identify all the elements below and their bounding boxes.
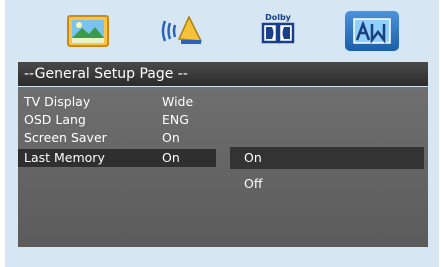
general-setup-icon — [67, 15, 109, 47]
dolby-setup-icon: Dolby — [261, 13, 295, 44]
menu-item-label: OSD Lang — [24, 112, 86, 127]
page-title: --General Setup Page -- — [18, 62, 428, 86]
dvd-setup-osd: Dolby --General Setup Page -- TV Display… — [5, 0, 439, 267]
menu-item-last-memory[interactable]: Last Memory On — [18, 149, 216, 167]
menu-item-label: Last Memory — [24, 150, 105, 165]
menu-item-screen-saver[interactable]: Screen Saver On — [18, 129, 216, 147]
tab-audio-setup[interactable] — [151, 6, 217, 56]
tab-general-setup[interactable] — [55, 6, 121, 56]
menu-item-value: On — [162, 150, 180, 165]
tab-preferences-setup[interactable] — [339, 6, 405, 56]
menu-item-value: On — [162, 130, 180, 145]
option-on[interactable]: On — [230, 147, 424, 169]
menu-item-value: Wide — [162, 94, 194, 109]
setup-category-bar: Dolby — [5, 6, 439, 56]
menu-item-tv-display[interactable]: TV Display Wide — [18, 93, 216, 111]
option-off[interactable]: Off — [230, 173, 424, 195]
bottom-strip — [18, 248, 428, 267]
settings-panel: TV Display Wide OSD Lang ENG Screen Save… — [18, 87, 428, 247]
audio-setup-icon — [161, 15, 203, 44]
preferences-setup-icon — [353, 18, 391, 44]
menu-item-label: Screen Saver — [24, 130, 107, 145]
menu-item-label: TV Display — [24, 94, 91, 109]
menu-item-osd-lang[interactable]: OSD Lang ENG — [18, 111, 216, 129]
menu-item-value: ENG — [162, 112, 189, 127]
option-label: Off — [244, 176, 263, 191]
option-label: On — [244, 150, 262, 165]
dolby-caption: Dolby — [265, 13, 292, 22]
active-tab-frame — [343, 9, 401, 53]
tab-dolby-setup[interactable]: Dolby — [245, 6, 311, 56]
